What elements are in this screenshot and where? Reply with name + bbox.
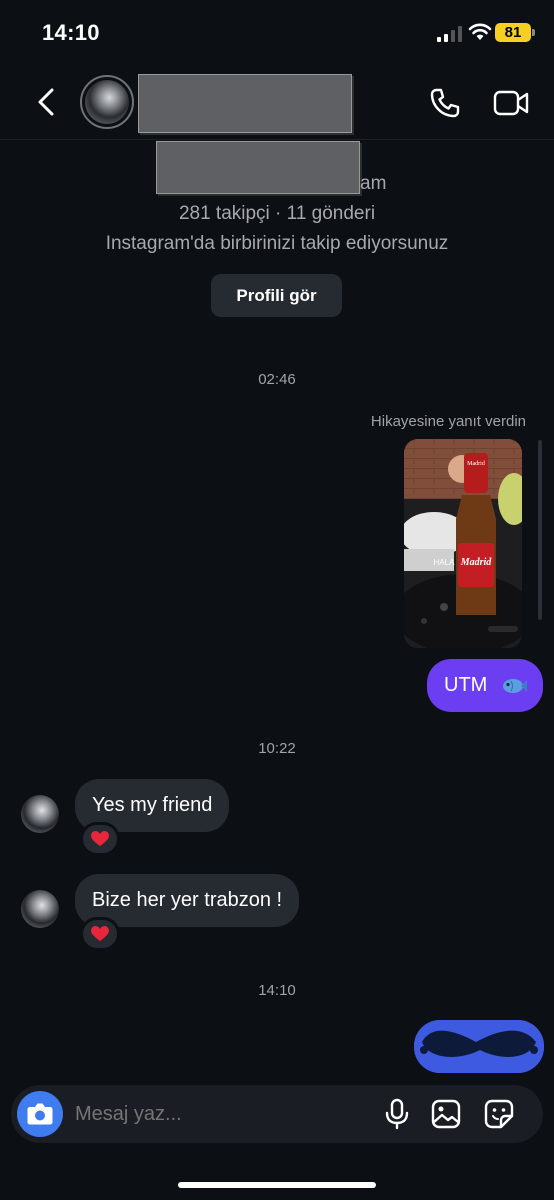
fish-icon [502, 678, 527, 693]
message-reaction[interactable] [80, 917, 120, 951]
wifi-icon [468, 23, 492, 40]
gallery-icon[interactable] [430, 1098, 462, 1130]
redacted-contact-name[interactable] [138, 74, 352, 133]
battery-cap [532, 29, 535, 36]
story-text-sticker: HALA [434, 558, 456, 567]
sticker-icon[interactable] [483, 1098, 515, 1130]
redacted-username [156, 141, 360, 194]
outgoing-message[interactable]: UTM [427, 659, 543, 712]
timestamp: 02:46 [258, 371, 296, 388]
message-composer [11, 1085, 543, 1143]
battery-indicator: 81 [495, 23, 531, 42]
story-reply-label: Hikayesine yanıt verdin [370, 413, 526, 430]
home-indicator[interactable] [178, 1182, 376, 1188]
contact-avatar[interactable] [80, 75, 134, 129]
sender-avatar[interactable] [21, 795, 59, 833]
view-profile-button[interactable]: Profili gör [211, 274, 342, 317]
story-scrollbar[interactable] [538, 440, 542, 620]
avatar-image [85, 80, 129, 124]
mustache-sticker [414, 1020, 544, 1073]
camera-icon [27, 1103, 53, 1125]
story-thumbnail[interactable]: Madrid Madrid HALA [404, 439, 522, 648]
profile-stats: 281 takipçi · 11 gönderi [178, 203, 376, 224]
heart-icon [91, 926, 109, 941]
camera-button[interactable] [17, 1091, 63, 1137]
story-image: Madrid Madrid HALA [404, 439, 522, 648]
back-icon[interactable] [30, 84, 66, 120]
message-input[interactable] [75, 1085, 375, 1143]
status-time: 14:10 [42, 20, 100, 45]
status-bar: 14:10 81 [0, 0, 554, 66]
username-fragment: am [360, 173, 387, 194]
mutual-follow-note: Instagram'da birbirinizi takip ediyorsun… [105, 233, 449, 254]
outgoing-sticker-message[interactable] [414, 1020, 544, 1073]
bottle-label: Madrid [460, 557, 493, 568]
phone-icon[interactable] [428, 86, 462, 120]
timestamp: 14:10 [258, 982, 296, 999]
signal-icon [437, 26, 462, 42]
microphone-icon[interactable] [382, 1098, 412, 1130]
video-camera-icon[interactable] [492, 86, 530, 120]
timestamp: 10:22 [258, 740, 296, 757]
message-reaction[interactable] [80, 822, 120, 856]
heart-icon [91, 831, 109, 846]
bottle-top-label: Madrid [467, 461, 485, 467]
chat-header [0, 66, 554, 140]
sender-avatar[interactable] [21, 890, 59, 928]
message-text: UTM [444, 674, 488, 696]
